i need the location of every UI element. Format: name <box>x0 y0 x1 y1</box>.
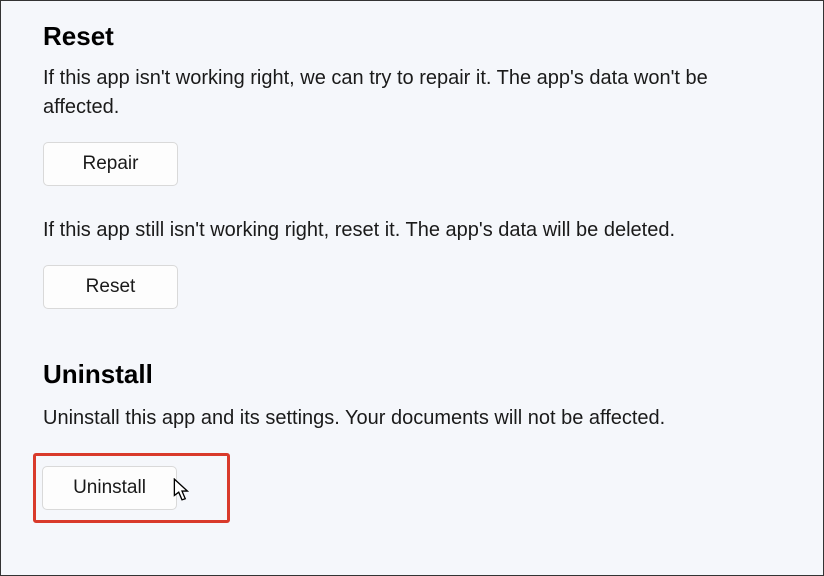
uninstall-button[interactable]: Uninstall <box>42 466 177 510</box>
uninstall-section: Uninstall Uninstall this app and its set… <box>43 359 781 523</box>
reset-heading: Reset <box>43 21 781 52</box>
reset-button[interactable]: Reset <box>43 265 178 309</box>
uninstall-description: Uninstall this app and its settings. You… <box>43 404 723 433</box>
uninstall-heading: Uninstall <box>43 359 781 390</box>
reset-section: Reset If this app isn't working right, w… <box>43 21 781 309</box>
repair-description: If this app isn't working right, we can … <box>43 64 723 122</box>
reset-button-row: Reset <box>43 265 781 309</box>
reset-description: If this app still isn't working right, r… <box>43 216 723 245</box>
repair-button[interactable]: Repair <box>43 142 178 186</box>
repair-button-row: Repair <box>43 142 781 186</box>
uninstall-highlight: Uninstall <box>33 453 230 523</box>
